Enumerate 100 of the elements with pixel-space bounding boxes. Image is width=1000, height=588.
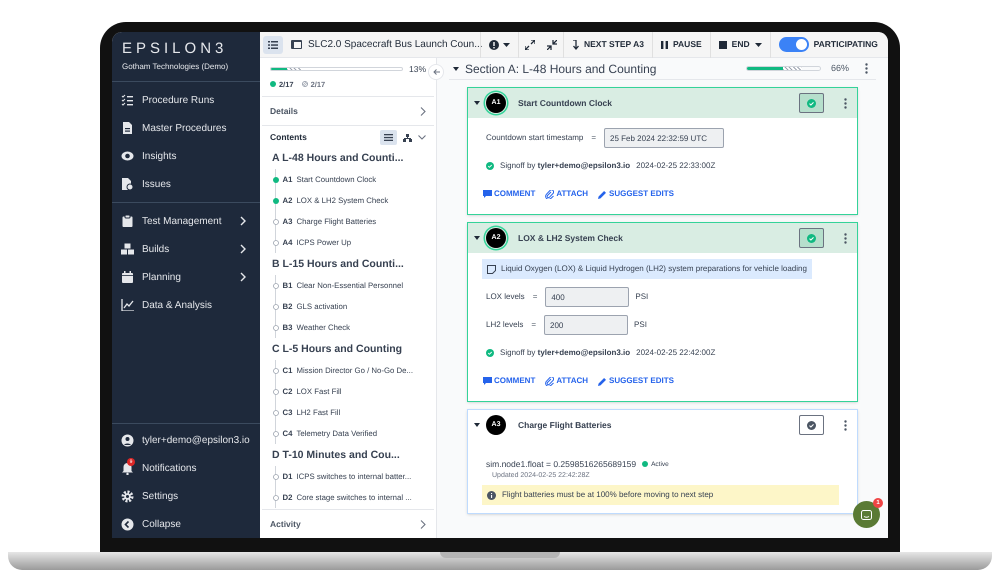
nav-item[interactable]: Settings bbox=[112, 482, 260, 510]
list-icon bbox=[384, 134, 393, 141]
file-alert-icon bbox=[121, 178, 134, 190]
caret-down-icon bbox=[474, 101, 480, 105]
note-text: Liquid Oxygen (LOX) & Liquid Hydrogen (LH2) system preparations for vehicle loading bbox=[501, 263, 807, 275]
nav-item[interactable]: Planning bbox=[112, 263, 260, 291]
details-row[interactable]: Details bbox=[262, 97, 434, 126]
nav-item[interactable]: Issues bbox=[112, 170, 260, 198]
logo: EPSILON3 bbox=[122, 40, 228, 58]
nav-item[interactable]: Data & Analysis bbox=[112, 291, 260, 319]
nav-item[interactable]: Insights bbox=[112, 142, 260, 170]
calendar-icon bbox=[121, 271, 134, 283]
list-view-button[interactable] bbox=[380, 130, 397, 145]
eye-icon bbox=[121, 150, 134, 162]
progress-percent: 13% bbox=[408, 63, 426, 76]
alert-text: Flight batteries must be at 100% before moving to next step bbox=[502, 489, 714, 502]
hierarchy-icon bbox=[403, 134, 412, 142]
more-icon bbox=[844, 232, 847, 244]
progress-percent: 66% bbox=[830, 62, 849, 75]
outline-toggle-button[interactable] bbox=[263, 36, 283, 54]
paperclip-icon bbox=[545, 190, 554, 198]
chevron-right-icon bbox=[239, 216, 247, 226]
more-icon bbox=[844, 98, 847, 108]
section-title: Section A: L-48 Hours and Counting bbox=[465, 60, 658, 78]
pause-button[interactable]: PAUSE bbox=[653, 38, 710, 51]
step-title: Charge Flight Batteries bbox=[518, 418, 613, 432]
more-icon bbox=[844, 420, 847, 430]
comment-icon bbox=[483, 376, 492, 386]
equals-sign: = bbox=[591, 132, 596, 144]
arrow-down-icon bbox=[572, 40, 579, 50]
tree-view-button[interactable] bbox=[403, 134, 412, 142]
input-field[interactable]: 200 bbox=[544, 315, 628, 335]
alert-icon bbox=[489, 40, 499, 50]
document-icon bbox=[121, 122, 134, 134]
section-heading[interactable]: D T-10 Minutes and Cou... bbox=[272, 444, 424, 466]
participating-toggle[interactable] bbox=[778, 37, 809, 52]
step-title: Start Countdown Clock bbox=[518, 96, 613, 110]
nav-item[interactable]: Procedure Runs bbox=[112, 86, 260, 114]
info-icon bbox=[487, 490, 496, 500]
chat-icon bbox=[861, 510, 872, 520]
input-field[interactable]: 25 Feb 2024 22:32:59 UTC bbox=[604, 128, 724, 148]
collapse-icon bbox=[547, 40, 557, 50]
unit-label: PSI bbox=[635, 291, 648, 303]
signoff-button[interactable] bbox=[799, 415, 824, 435]
cubes-icon bbox=[121, 243, 134, 255]
input-field[interactable]: 400 bbox=[545, 287, 630, 307]
signoff-time: 2024-02-25 22:33:00Z bbox=[636, 160, 716, 172]
telemetry-value: sim.node1.float = 0.2598516265689159 bbox=[486, 458, 636, 471]
chevron-down-icon bbox=[418, 135, 426, 140]
pencil-icon bbox=[598, 376, 608, 386]
contents-heading: Contents bbox=[270, 131, 308, 144]
equals-sign: = bbox=[532, 291, 538, 303]
action-link[interactable]: COMMENT bbox=[483, 375, 536, 387]
pencil-icon bbox=[598, 190, 608, 198]
check-circle-icon bbox=[807, 234, 816, 242]
signoff-text: Signoff by tyler+demo@epsilon3.io bbox=[500, 160, 630, 172]
action-link[interactable]: ATTACH bbox=[545, 188, 588, 200]
dot-icon bbox=[270, 81, 276, 88]
chevron-right-icon bbox=[239, 244, 247, 254]
signoff-button[interactable] bbox=[799, 93, 824, 113]
nav-item[interactable]: Test Management bbox=[112, 207, 260, 235]
check-circle-icon bbox=[807, 420, 816, 430]
section-heading[interactable]: B L-15 Hours and Counti... bbox=[272, 253, 424, 275]
field-label: LH2 levels bbox=[486, 319, 524, 331]
more-icon bbox=[865, 63, 868, 74]
check-circle-icon bbox=[486, 162, 494, 170]
section-heading[interactable]: A L-48 Hours and Counti... bbox=[272, 147, 424, 169]
nav-item[interactable]: tyler+demo@epsilon3.io bbox=[112, 426, 260, 454]
action-link[interactable]: SUGGEST EDITS bbox=[598, 188, 674, 200]
caret-down-icon bbox=[453, 66, 459, 70]
chevron-right-icon bbox=[420, 520, 426, 528]
field-label: Countdown start timestamp bbox=[486, 132, 584, 144]
procedure-title: SLC2.0 Spacecraft Bus Launch Coun... bbox=[308, 38, 480, 52]
nav-item[interactable]: Builds bbox=[112, 235, 260, 263]
paperclip-icon bbox=[545, 376, 554, 386]
collapse-panel-button[interactable] bbox=[428, 64, 444, 80]
caret-down-icon bbox=[503, 42, 510, 46]
signoff-time: 2024-02-25 22:42:00Z bbox=[636, 347, 716, 359]
settings-icon bbox=[121, 490, 134, 502]
collapse-icon bbox=[121, 518, 134, 530]
end-button[interactable]: END bbox=[710, 38, 770, 51]
nav-item[interactable]: Collapse bbox=[112, 510, 260, 538]
window-icon bbox=[291, 40, 302, 49]
equals-sign: = bbox=[531, 319, 536, 331]
chevron-right-icon bbox=[239, 272, 247, 282]
signoff-button[interactable] bbox=[799, 228, 824, 248]
action-link[interactable]: ATTACH bbox=[545, 375, 588, 387]
action-link[interactable]: COMMENT bbox=[483, 188, 536, 200]
striped-dot-icon bbox=[302, 81, 308, 88]
clipboard-icon bbox=[121, 215, 134, 227]
comment-icon bbox=[483, 190, 492, 198]
nav-item[interactable]: Master Procedures bbox=[112, 114, 260, 142]
action-link[interactable]: SUGGEST EDITS bbox=[598, 375, 674, 387]
stop-icon bbox=[718, 40, 727, 48]
caret-down-icon bbox=[754, 42, 762, 46]
section-heading[interactable]: C L-5 Hours and Counting bbox=[272, 338, 424, 360]
activity-row[interactable]: Activity bbox=[262, 509, 434, 538]
next-step-button[interactable]: NEXT STEP A3 bbox=[564, 38, 652, 51]
check-circle-icon bbox=[486, 349, 494, 357]
expand-icon bbox=[525, 40, 535, 50]
